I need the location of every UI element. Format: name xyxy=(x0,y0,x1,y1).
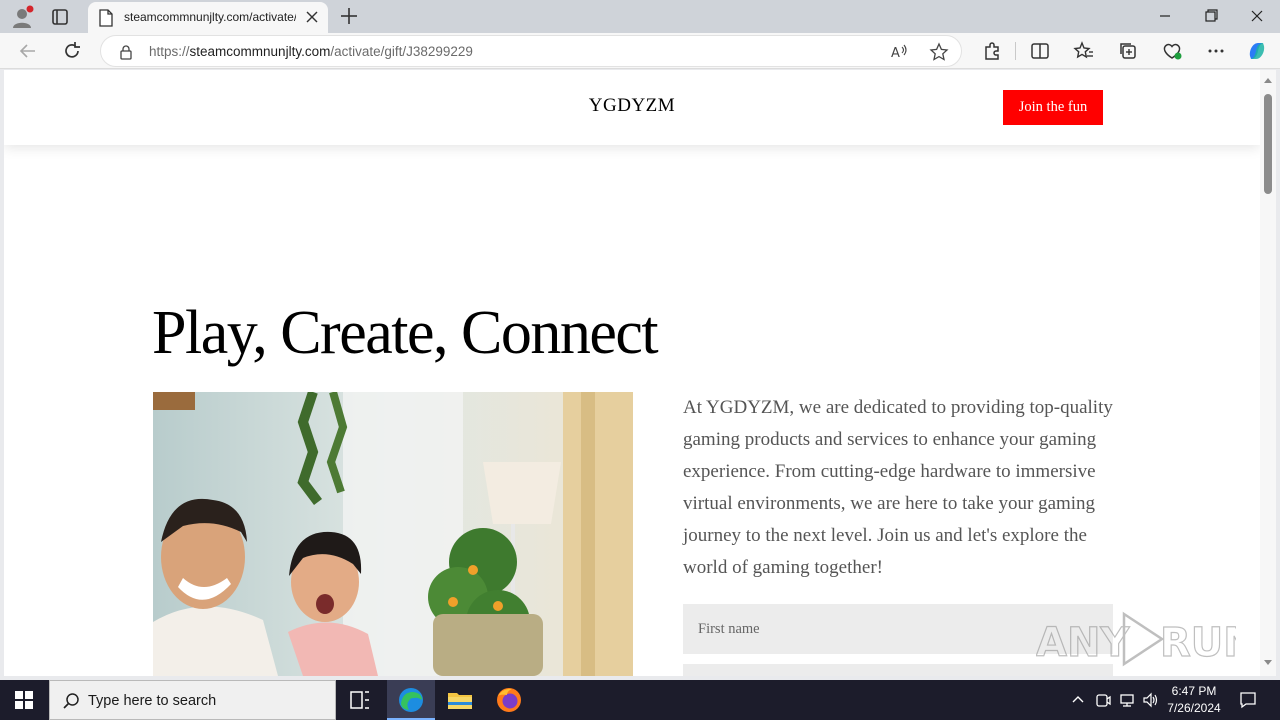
url-path: /activate/gift/J38299229 xyxy=(330,44,473,59)
scroll-down-arrow-icon[interactable] xyxy=(1264,660,1272,665)
anyrun-watermark: ANY RUN xyxy=(1036,611,1236,667)
page-icon xyxy=(99,9,113,27)
restore-icon[interactable] xyxy=(1196,4,1226,28)
page-viewport: YGDYZM Join the fun Play, Create, Connec… xyxy=(4,70,1260,676)
volume-icon[interactable] xyxy=(1142,691,1160,709)
search-icon xyxy=(63,693,79,709)
watermark-left: ANY xyxy=(1036,620,1130,666)
window-close-icon[interactable] xyxy=(1242,4,1272,28)
svg-text:A: A xyxy=(891,46,900,61)
lock-icon[interactable] xyxy=(119,44,133,60)
network-icon[interactable] xyxy=(1118,691,1136,709)
favorite-star-icon[interactable] xyxy=(929,42,949,62)
site-logo[interactable]: YGDYZM xyxy=(564,95,700,117)
extensions-icon[interactable] xyxy=(980,39,1004,63)
site-header: YGDYZM Join the fun xyxy=(4,70,1260,145)
clock-time: 6:47 PM xyxy=(1171,684,1217,698)
address-bar[interactable]: https://steamcommnunjlty.com/activate/gi… xyxy=(100,35,962,67)
tab-strip: steamcommnunjlty.com/activate/gift/J3829… xyxy=(0,0,1280,33)
meet-now-icon[interactable] xyxy=(1094,691,1112,709)
chevron-up-icon[interactable] xyxy=(1069,691,1087,709)
join-button[interactable]: Join the fun xyxy=(1003,90,1103,125)
tab-active[interactable]: steamcommnunjlty.com/activate/gift/J3829… xyxy=(88,2,328,33)
profile-icon[interactable] xyxy=(10,5,34,29)
tab-title: steamcommnunjlty.com/activate/gift/J3829… xyxy=(124,10,296,24)
more-icon[interactable] xyxy=(1204,39,1228,63)
task-view-icon[interactable] xyxy=(336,680,384,720)
watermark-right: RUN xyxy=(1160,620,1236,666)
windows-taskbar: Type here to search 6:47 PM 7/26/2024 xyxy=(0,680,1280,720)
back-icon[interactable] xyxy=(16,39,40,63)
tab-actions-icon[interactable] xyxy=(50,7,70,27)
url-text[interactable]: https://steamcommnunjlty.com/activate/gi… xyxy=(149,44,473,59)
refresh-icon[interactable] xyxy=(60,39,84,63)
toolbar-divider xyxy=(1015,42,1016,60)
notification-icon[interactable] xyxy=(1238,690,1258,710)
intro-description: At YGDYZM, we are dedicated to providing… xyxy=(683,397,1113,578)
hero-image xyxy=(153,392,633,676)
split-screen-icon[interactable] xyxy=(1028,39,1052,63)
url-host: steamcommnunjlty.com xyxy=(189,44,331,59)
taskbar-search[interactable]: Type here to search xyxy=(49,680,336,720)
file-explorer-icon[interactable] xyxy=(436,680,484,720)
windows-start-icon[interactable] xyxy=(0,680,48,720)
clock-date: 7/26/2024 xyxy=(1167,701,1221,715)
copilot-icon[interactable] xyxy=(1245,39,1269,63)
hero-title: Play, Create, Connect xyxy=(152,299,659,367)
close-icon[interactable] xyxy=(304,9,320,25)
scroll-thumb[interactable] xyxy=(1264,94,1272,194)
url-scheme: https:// xyxy=(149,44,190,59)
firefox-icon[interactable] xyxy=(485,680,533,720)
family-gaming-photo xyxy=(153,392,633,676)
collections-icon[interactable] xyxy=(1116,39,1140,63)
system-clock[interactable]: 6:47 PM 7/26/2024 xyxy=(1160,683,1228,717)
search-placeholder: Type here to search xyxy=(88,693,217,709)
plus-icon[interactable] xyxy=(338,5,360,27)
scroll-up-arrow-icon[interactable] xyxy=(1264,78,1272,83)
taskbar-edge[interactable] xyxy=(387,680,435,720)
minimize-icon[interactable] xyxy=(1150,4,1180,28)
browser-toolbar: https://steamcommnunjlty.com/activate/gi… xyxy=(0,33,1280,69)
favorites-icon[interactable] xyxy=(1072,39,1096,63)
page-scrollbar[interactable] xyxy=(1260,70,1276,676)
read-aloud-icon[interactable]: A xyxy=(889,42,909,62)
edge-icon xyxy=(399,688,423,712)
performance-icon[interactable] xyxy=(1160,39,1184,63)
